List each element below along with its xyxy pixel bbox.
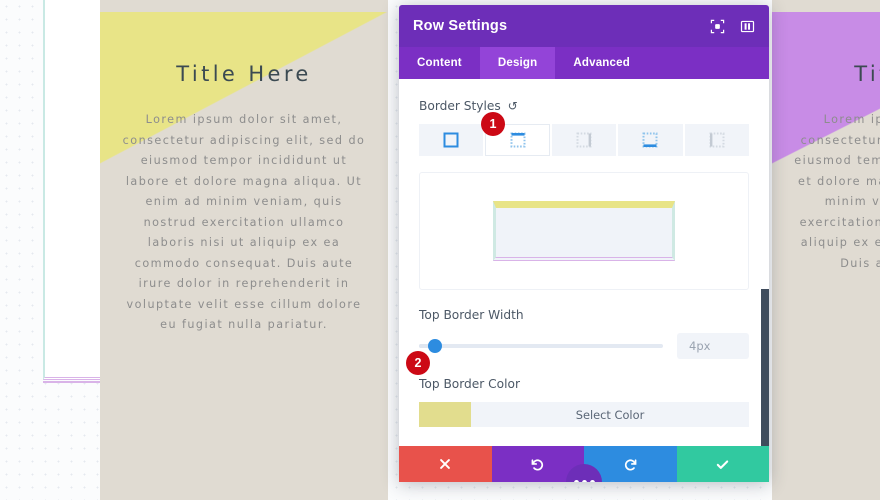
top-border-color-control: Select Color xyxy=(419,402,749,427)
column-title-right: Title Here xyxy=(854,62,880,86)
border-style-all-button[interactable] xyxy=(419,124,484,156)
border-style-options xyxy=(419,124,750,156)
modal-scrollbar[interactable] xyxy=(761,289,769,446)
modal-body: Border Styles ↺ Top Border Width 4px Top… xyxy=(399,79,769,446)
modal-footer xyxy=(399,446,769,482)
column-body-right: Lorem ipsum dolor sit amet, consectetur … xyxy=(794,113,880,270)
content-column-right[interactable]: Title Here Lorem ipsum dolor sit amet, c… xyxy=(772,0,880,500)
border-preview-card xyxy=(419,172,749,290)
border-style-right-button[interactable] xyxy=(551,124,617,156)
modal-title: Row Settings xyxy=(413,18,508,34)
modal-header: Row Settings xyxy=(399,5,769,47)
modal-tabs: Content Design Advanced xyxy=(399,47,769,79)
tab-advanced[interactable]: Advanced xyxy=(555,47,648,79)
slider-thumb[interactable] xyxy=(428,339,442,353)
top-border-width-slider[interactable] xyxy=(419,339,663,353)
cancel-button[interactable] xyxy=(399,446,492,482)
fullscreen-icon[interactable] xyxy=(709,18,725,34)
border-preview-box xyxy=(493,201,675,261)
save-button[interactable] xyxy=(676,446,769,482)
tab-design[interactable]: Design xyxy=(479,47,556,79)
color-swatch[interactable] xyxy=(419,402,471,427)
callout-badge-2: 2 xyxy=(406,351,430,375)
tab-content[interactable]: Content xyxy=(399,47,480,79)
row-settings-modal: Row Settings Content Design Advanced Bor… xyxy=(399,5,769,482)
screenshot-root: Title Here Lorem ipsum dolor sit amet, c… xyxy=(0,0,880,500)
border-styles-label-text: Border Styles xyxy=(419,99,501,113)
select-color-button[interactable]: Select Color xyxy=(471,402,749,427)
column-body-left: Lorem ipsum dolor sit amet, consectetur … xyxy=(122,113,366,331)
callout-badge-1: 1 xyxy=(481,112,505,136)
column-title-left: Title Here xyxy=(176,62,312,86)
top-border-width-label: Top Border Width xyxy=(419,308,524,322)
reset-icon[interactable]: ↺ xyxy=(508,100,518,112)
border-style-left-button[interactable] xyxy=(684,124,750,156)
border-styles-label: Border Styles ↺ xyxy=(419,99,749,113)
top-border-color-label: Top Border Color xyxy=(419,377,520,391)
top-border-width-value[interactable]: 4px xyxy=(677,333,749,359)
content-column-left[interactable]: Title Here Lorem ipsum dolor sit amet, c… xyxy=(100,0,388,500)
layout-columns-icon[interactable] xyxy=(739,18,755,34)
top-border-width-control: 4px xyxy=(419,333,749,359)
border-style-bottom-button[interactable] xyxy=(618,124,683,156)
